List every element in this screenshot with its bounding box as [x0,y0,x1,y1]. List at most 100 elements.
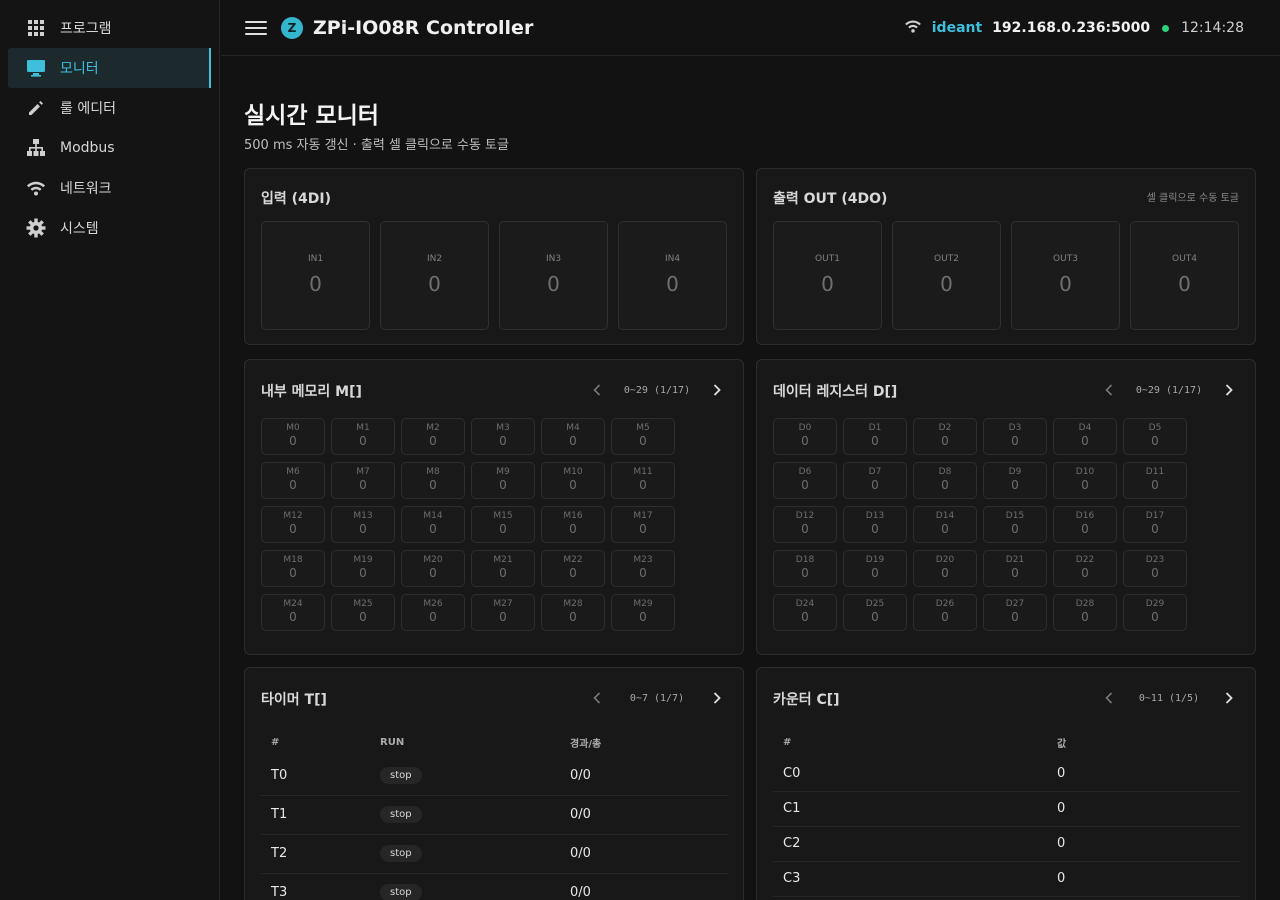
register-cell: D27 0 [983,594,1047,631]
register-cell-label: D0 [798,423,812,433]
memory-cell-value: 0 [289,610,297,624]
timers-title: 타이머 T[] [261,692,327,708]
memory-cell-value: 0 [289,478,297,492]
memory-cell-label: M14 [423,511,443,521]
table-row: C2 0 [773,826,1240,862]
table-row: C3 0 [773,861,1240,897]
chevron-right-icon[interactable] [707,380,727,400]
register-cell: D10 0 [1053,462,1117,499]
sidebar-item-system[interactable]: 시스템 [8,208,211,248]
page-title: 실시간 모니터 [244,103,379,129]
memory-cell: M3 0 [471,418,535,455]
memory-cell: M0 0 [261,418,325,455]
register-cell-value: 0 [1011,610,1019,624]
run-status-badge: stop [380,766,422,784]
memory-cell-label: M10 [563,467,583,477]
output-cell[interactable]: OUT4 0 [1130,221,1239,330]
column-header: 경과/총 [570,738,602,750]
memory-cell-value: 0 [569,610,577,624]
register-cell: D15 0 [983,506,1047,543]
output-value: 0 [1059,272,1072,296]
memory-cell-value: 0 [499,478,507,492]
register-cell-value: 0 [1151,522,1159,536]
register-cell-label: D13 [865,511,885,521]
register-cell: D23 0 [1123,550,1187,587]
memory-cell-label: M22 [563,555,583,565]
sidebar: 프로그램 모니터 룰 에디터 Modbus 네트워크 시스템 [0,0,220,900]
sidebar-item-network[interactable]: 네트워크 [8,168,211,208]
clock: 12:14:28 [1181,20,1244,36]
memory-cell-value: 0 [499,434,507,448]
memory-cell-value: 0 [429,610,437,624]
timer-elapsed: 0/0 [560,873,728,900]
inputs-title: 입력 (4DI) [261,191,332,207]
run-status-badge: stop [380,845,422,862]
chevron-right-icon[interactable] [1219,380,1239,400]
sidebar-item-program[interactable]: 프로그램 [8,8,211,48]
register-cell: D11 0 [1123,462,1187,499]
timers-range: 0~7 (1/7) [629,692,685,704]
register-cell-value: 0 [871,566,879,580]
memory-cell: M9 0 [471,462,535,499]
output-label: OUT1 [815,254,840,264]
register-cell-label: D6 [798,467,812,477]
chevron-left-icon[interactable] [1099,380,1119,400]
memory-cell: M21 0 [471,550,535,587]
register-cell: D24 0 [773,594,837,631]
memory-cell-label: M9 [496,467,510,477]
memory-title: 내부 메모리 M[] [261,384,362,400]
register-cell-value: 0 [1151,478,1159,492]
register-cell-value: 0 [1081,610,1089,624]
timer-elapsed: 0/0 [560,834,728,874]
counters-table: # 값 C0 0 C1 0 C2 0 C3 0 [773,728,1240,897]
column-header: # [271,736,280,748]
register-cell-label: D21 [1005,555,1025,565]
register-cell: D6 0 [773,462,837,499]
memory-cell: M8 0 [401,462,465,499]
memory-cell-value: 0 [639,522,647,536]
memory-cell-value: 0 [499,522,507,536]
register-cell-value: 0 [941,434,949,448]
registers-grid: D0 0 D1 0 D2 0 D3 0 D4 0 D5 0 D6 0 D7 0 D8 0 D9 0 D10 0 D11 0 D1… [773,418,1187,631]
sidebar-item-modbus[interactable]: Modbus [8,128,211,168]
register-cell-label: D5 [1148,423,1162,433]
register-cell: D5 0 [1123,418,1187,455]
inputs-card: 입력 (4DI) IN1 0 IN2 0 IN3 0 IN4 0 [244,168,744,345]
run-status-badge: stop [380,806,422,823]
register-cell: D28 0 [1053,594,1117,631]
sidebar-item-monitor[interactable]: 모니터 [8,48,211,88]
memory-pager: 0~29 (1/17) [587,380,727,400]
counter-id: C1 [773,791,1047,827]
run-status-badge: stop [380,884,422,900]
sidebar-item-label: 룰 에디터 [60,101,116,117]
memory-cell-label: M2 [426,423,440,433]
counters-range: 0~11 (1/5) [1138,692,1200,704]
memory-cell-label: M3 [496,423,510,433]
chevron-left-icon[interactable] [587,380,607,400]
register-cell-label: D4 [1078,423,1092,433]
menu-icon[interactable] [245,18,267,38]
register-cell-value: 0 [941,478,949,492]
register-cell-label: D16 [1075,511,1095,521]
register-cell-label: D9 [1008,467,1022,477]
sidebar-item-rule-editor[interactable]: 룰 에디터 [8,88,211,128]
timer-id: T3 [261,873,370,900]
wifi-status-icon [904,19,922,37]
memory-cell-value: 0 [289,434,297,448]
register-cell-label: D1 [868,423,882,433]
chevron-left-icon[interactable] [1099,688,1119,708]
memory-cell-label: M17 [633,511,653,521]
chevron-right-icon[interactable] [1219,688,1239,708]
table-row: T2 stop 0/0 [261,834,728,874]
app-logo: Z [281,16,303,39]
output-cell[interactable]: OUT2 0 [892,221,1001,330]
input-cell: IN1 0 [261,221,370,330]
chevron-right-icon[interactable] [707,688,727,708]
memory-cell-value: 0 [289,566,297,580]
output-cell[interactable]: OUT3 0 [1011,221,1120,330]
register-cell-label: D26 [935,599,955,609]
input-value: 0 [428,272,441,296]
chevron-left-icon[interactable] [587,688,607,708]
output-cell[interactable]: OUT1 0 [773,221,882,330]
register-cell-value: 0 [1081,522,1089,536]
